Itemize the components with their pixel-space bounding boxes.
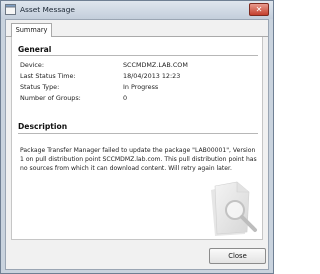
dialog-body: Summary General Device: SCCMDMZ.LAB.COM … xyxy=(5,19,269,270)
window-icon xyxy=(5,4,16,15)
number-of-groups-label: Number of Groups: xyxy=(20,94,81,102)
device-value: SCCMDMZ.LAB.COM xyxy=(123,61,188,69)
tab-strip: Summary xyxy=(6,20,268,38)
last-status-time-value: 18/04/2013 12:23 xyxy=(123,72,181,80)
status-type-value: In Progress xyxy=(123,83,159,91)
close-button[interactable]: Close xyxy=(209,248,266,264)
device-label: Device: xyxy=(20,61,45,69)
description-heading: Description xyxy=(18,122,68,131)
window-title: Asset Message xyxy=(20,5,75,14)
summary-panel: General Device: SCCMDMZ.LAB.COM Last Sta… xyxy=(11,37,263,240)
tab-summary[interactable]: Summary xyxy=(11,23,52,38)
asset-message-window: Asset Message ✕ Summary General Device: … xyxy=(0,0,274,274)
close-icon[interactable]: ✕ xyxy=(249,3,269,16)
title-bar[interactable]: Asset Message ✕ xyxy=(1,1,273,19)
last-status-time-label: Last Status Time: xyxy=(20,72,76,80)
status-type-label: Status Type: xyxy=(20,83,60,91)
magnifier-document-icon xyxy=(211,181,257,236)
description-text: Package Transfer Manager failed to updat… xyxy=(20,147,257,172)
general-heading: General xyxy=(18,45,52,54)
description-divider xyxy=(18,133,258,134)
number-of-groups-value: 0 xyxy=(123,94,128,102)
general-divider xyxy=(18,55,258,56)
